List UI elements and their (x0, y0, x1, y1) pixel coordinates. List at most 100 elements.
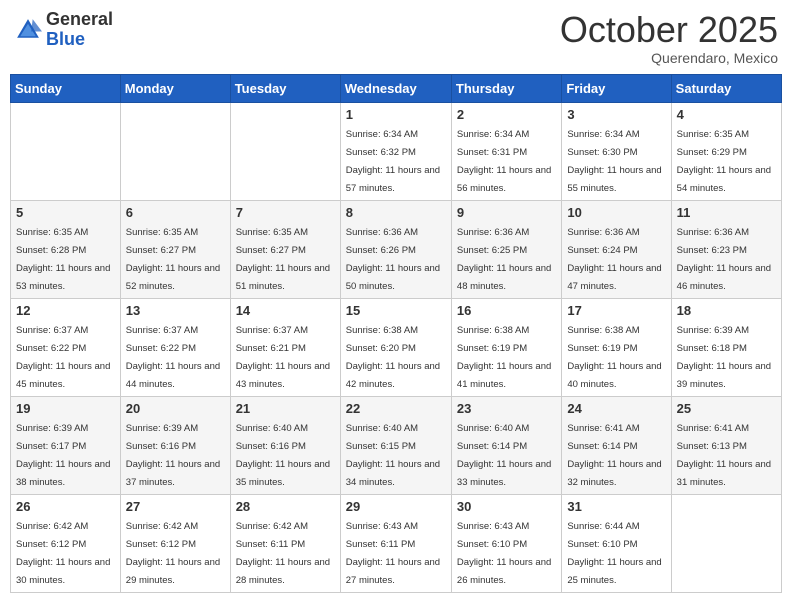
col-header-sunday: Sunday (11, 74, 121, 102)
day-cell: 18 Sunrise: 6:39 AMSunset: 6:18 PMDaylig… (671, 298, 781, 396)
day-info: Sunrise: 6:42 AMSunset: 6:12 PMDaylight:… (126, 521, 220, 586)
day-info: Sunrise: 6:43 AMSunset: 6:10 PMDaylight:… (457, 521, 551, 586)
week-row-2: 5 Sunrise: 6:35 AMSunset: 6:28 PMDayligh… (11, 200, 782, 298)
day-number: 1 (346, 107, 446, 122)
logo-blue-text: Blue (46, 30, 113, 50)
day-number: 9 (457, 205, 556, 220)
day-info: Sunrise: 6:36 AMSunset: 6:23 PMDaylight:… (677, 227, 771, 292)
col-header-friday: Friday (562, 74, 671, 102)
day-cell: 15 Sunrise: 6:38 AMSunset: 6:20 PMDaylig… (340, 298, 451, 396)
day-info: Sunrise: 6:42 AMSunset: 6:11 PMDaylight:… (236, 521, 330, 586)
day-cell: 27 Sunrise: 6:42 AMSunset: 6:12 PMDaylig… (120, 494, 230, 592)
day-info: Sunrise: 6:36 AMSunset: 6:25 PMDaylight:… (457, 227, 551, 292)
day-cell: 8 Sunrise: 6:36 AMSunset: 6:26 PMDayligh… (340, 200, 451, 298)
day-number: 18 (677, 303, 776, 318)
day-cell: 14 Sunrise: 6:37 AMSunset: 6:21 PMDaylig… (230, 298, 340, 396)
day-info: Sunrise: 6:39 AMSunset: 6:16 PMDaylight:… (126, 423, 220, 488)
day-number: 15 (346, 303, 446, 318)
day-number: 30 (457, 499, 556, 514)
week-row-5: 26 Sunrise: 6:42 AMSunset: 6:12 PMDaylig… (11, 494, 782, 592)
day-cell: 9 Sunrise: 6:36 AMSunset: 6:25 PMDayligh… (451, 200, 561, 298)
day-cell: 16 Sunrise: 6:38 AMSunset: 6:19 PMDaylig… (451, 298, 561, 396)
week-row-4: 19 Sunrise: 6:39 AMSunset: 6:17 PMDaylig… (11, 396, 782, 494)
day-info: Sunrise: 6:36 AMSunset: 6:24 PMDaylight:… (567, 227, 661, 292)
day-info: Sunrise: 6:41 AMSunset: 6:14 PMDaylight:… (567, 423, 661, 488)
col-header-thursday: Thursday (451, 74, 561, 102)
logo-general-text: General (46, 10, 113, 30)
day-cell: 26 Sunrise: 6:42 AMSunset: 6:12 PMDaylig… (11, 494, 121, 592)
day-info: Sunrise: 6:38 AMSunset: 6:19 PMDaylight:… (567, 325, 661, 390)
day-cell: 5 Sunrise: 6:35 AMSunset: 6:28 PMDayligh… (11, 200, 121, 298)
day-number: 21 (236, 401, 335, 416)
day-info: Sunrise: 6:40 AMSunset: 6:15 PMDaylight:… (346, 423, 440, 488)
day-number: 19 (16, 401, 115, 416)
week-row-3: 12 Sunrise: 6:37 AMSunset: 6:22 PMDaylig… (11, 298, 782, 396)
day-number: 23 (457, 401, 556, 416)
day-info: Sunrise: 6:34 AMSunset: 6:30 PMDaylight:… (567, 129, 661, 194)
day-cell: 11 Sunrise: 6:36 AMSunset: 6:23 PMDaylig… (671, 200, 781, 298)
calendar-header-row: SundayMondayTuesdayWednesdayThursdayFrid… (11, 74, 782, 102)
day-info: Sunrise: 6:34 AMSunset: 6:32 PMDaylight:… (346, 129, 440, 194)
day-number: 5 (16, 205, 115, 220)
day-cell: 20 Sunrise: 6:39 AMSunset: 6:16 PMDaylig… (120, 396, 230, 494)
month-title: October 2025 (560, 10, 778, 50)
day-cell: 1 Sunrise: 6:34 AMSunset: 6:32 PMDayligh… (340, 102, 451, 200)
page-header: General Blue October 2025 Querendaro, Me… (10, 10, 782, 66)
calendar-table: SundayMondayTuesdayWednesdayThursdayFrid… (10, 74, 782, 593)
location-subtitle: Querendaro, Mexico (560, 50, 778, 66)
day-number: 20 (126, 401, 225, 416)
day-number: 2 (457, 107, 556, 122)
day-info: Sunrise: 6:34 AMSunset: 6:31 PMDaylight:… (457, 129, 551, 194)
day-cell: 13 Sunrise: 6:37 AMSunset: 6:22 PMDaylig… (120, 298, 230, 396)
col-header-saturday: Saturday (671, 74, 781, 102)
logo-icon (14, 16, 42, 44)
day-info: Sunrise: 6:35 AMSunset: 6:29 PMDaylight:… (677, 129, 771, 194)
day-cell: 4 Sunrise: 6:35 AMSunset: 6:29 PMDayligh… (671, 102, 781, 200)
day-number: 4 (677, 107, 776, 122)
day-number: 25 (677, 401, 776, 416)
day-cell: 28 Sunrise: 6:42 AMSunset: 6:11 PMDaylig… (230, 494, 340, 592)
day-info: Sunrise: 6:40 AMSunset: 6:14 PMDaylight:… (457, 423, 551, 488)
day-cell: 29 Sunrise: 6:43 AMSunset: 6:11 PMDaylig… (340, 494, 451, 592)
day-number: 13 (126, 303, 225, 318)
day-number: 12 (16, 303, 115, 318)
day-number: 10 (567, 205, 665, 220)
day-number: 6 (126, 205, 225, 220)
day-number: 22 (346, 401, 446, 416)
day-cell: 23 Sunrise: 6:40 AMSunset: 6:14 PMDaylig… (451, 396, 561, 494)
title-block: October 2025 Querendaro, Mexico (560, 10, 778, 66)
day-info: Sunrise: 6:37 AMSunset: 6:21 PMDaylight:… (236, 325, 330, 390)
day-cell (230, 102, 340, 200)
day-info: Sunrise: 6:35 AMSunset: 6:27 PMDaylight:… (126, 227, 220, 292)
day-number: 24 (567, 401, 665, 416)
logo: General Blue (14, 10, 113, 50)
day-cell: 10 Sunrise: 6:36 AMSunset: 6:24 PMDaylig… (562, 200, 671, 298)
col-header-monday: Monday (120, 74, 230, 102)
day-cell: 2 Sunrise: 6:34 AMSunset: 6:31 PMDayligh… (451, 102, 561, 200)
day-cell (11, 102, 121, 200)
day-info: Sunrise: 6:35 AMSunset: 6:28 PMDaylight:… (16, 227, 110, 292)
week-row-1: 1 Sunrise: 6:34 AMSunset: 6:32 PMDayligh… (11, 102, 782, 200)
day-number: 29 (346, 499, 446, 514)
day-info: Sunrise: 6:38 AMSunset: 6:19 PMDaylight:… (457, 325, 551, 390)
day-number: 3 (567, 107, 665, 122)
day-number: 26 (16, 499, 115, 514)
day-number: 14 (236, 303, 335, 318)
day-info: Sunrise: 6:36 AMSunset: 6:26 PMDaylight:… (346, 227, 440, 292)
day-number: 7 (236, 205, 335, 220)
day-number: 27 (126, 499, 225, 514)
day-info: Sunrise: 6:41 AMSunset: 6:13 PMDaylight:… (677, 423, 771, 488)
day-cell: 19 Sunrise: 6:39 AMSunset: 6:17 PMDaylig… (11, 396, 121, 494)
day-cell: 21 Sunrise: 6:40 AMSunset: 6:16 PMDaylig… (230, 396, 340, 494)
day-number: 11 (677, 205, 776, 220)
day-info: Sunrise: 6:40 AMSunset: 6:16 PMDaylight:… (236, 423, 330, 488)
day-cell (671, 494, 781, 592)
day-cell: 31 Sunrise: 6:44 AMSunset: 6:10 PMDaylig… (562, 494, 671, 592)
day-info: Sunrise: 6:42 AMSunset: 6:12 PMDaylight:… (16, 521, 110, 586)
day-number: 28 (236, 499, 335, 514)
day-info: Sunrise: 6:37 AMSunset: 6:22 PMDaylight:… (16, 325, 110, 390)
day-number: 31 (567, 499, 665, 514)
day-info: Sunrise: 6:39 AMSunset: 6:18 PMDaylight:… (677, 325, 771, 390)
day-info: Sunrise: 6:43 AMSunset: 6:11 PMDaylight:… (346, 521, 440, 586)
day-info: Sunrise: 6:38 AMSunset: 6:20 PMDaylight:… (346, 325, 440, 390)
